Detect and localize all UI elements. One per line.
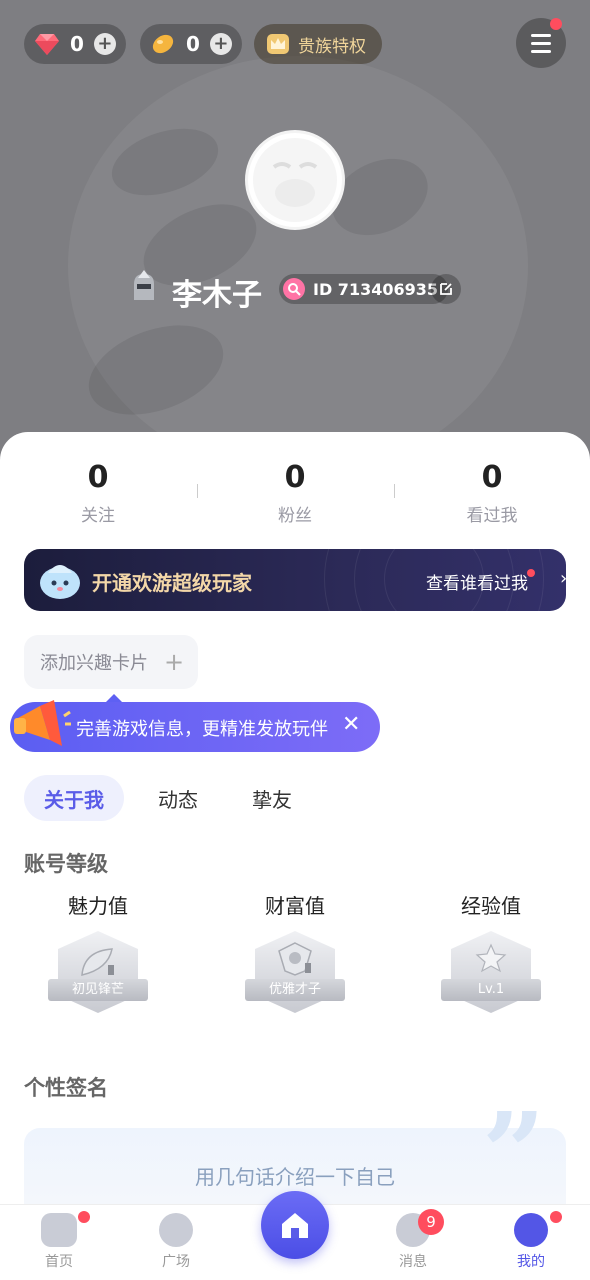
signature-placeholder: 用几句话介绍一下自己 xyxy=(195,1165,395,1189)
nav-label: 我的 xyxy=(517,1254,545,1270)
username: 李木子 xyxy=(172,278,262,313)
star-icon xyxy=(475,943,507,973)
tab-moments[interactable]: 动态 xyxy=(138,775,218,821)
level-experience[interactable]: 经验值 Lv.1 xyxy=(426,890,556,1027)
crown-icon xyxy=(267,34,289,54)
signature-title: 个性签名 xyxy=(24,1076,108,1100)
megaphone-icon xyxy=(14,700,71,746)
menu-icon-bar xyxy=(531,49,551,53)
messages-unread-badge: 9 xyxy=(418,1209,444,1235)
planet-icon xyxy=(159,1213,193,1247)
see-visitors-link[interactable]: 查看谁看过我 xyxy=(426,569,528,594)
house-icon xyxy=(282,1213,308,1238)
level-wealth[interactable]: 财富值 优雅才子 xyxy=(230,890,360,1027)
nav-me[interactable]: 我的 xyxy=(486,1213,576,1271)
diamond-count: 0 xyxy=(70,32,84,56)
me-face-icon xyxy=(514,1213,548,1247)
stat-divider xyxy=(197,484,198,498)
account-level-title: 账号等级 xyxy=(24,852,108,876)
badge-ribbon: 优雅才子 xyxy=(245,979,345,1001)
avatar-face-icon xyxy=(253,138,337,222)
profile-header: 0 + 0 + 贵族特权 李木子 ID 713406935 xyxy=(0,0,590,460)
user-id-badge[interactable]: ID 713406935 xyxy=(279,274,448,304)
gamepad-icon xyxy=(41,1213,77,1247)
badge-ribbon: 初见锋芒 xyxy=(48,979,148,1001)
quote-icon: ” xyxy=(482,1088,546,1217)
profile-tabs: 关于我 动态 挚友 xyxy=(24,775,326,821)
add-bean-button[interactable]: + xyxy=(209,33,232,55)
menu-icon-bar xyxy=(531,41,551,45)
stat-fans[interactable]: 0 粉丝 xyxy=(215,460,375,526)
stat-following[interactable]: 0 关注 xyxy=(18,460,178,526)
level-label: 经验值 xyxy=(461,894,521,918)
level-label: 财富值 xyxy=(265,894,325,918)
stat-label: 看过我 xyxy=(466,506,518,526)
stat-value: 0 xyxy=(87,460,109,495)
plus-icon: + xyxy=(164,648,185,676)
nav-label: 首页 xyxy=(45,1254,73,1270)
close-icon[interactable]: ✕ xyxy=(342,712,360,737)
tab-close-friends[interactable]: 挚友 xyxy=(232,775,312,821)
edit-icon xyxy=(440,283,452,295)
stat-value: 0 xyxy=(284,460,306,495)
edit-profile-button[interactable] xyxy=(431,274,461,304)
menu-icon xyxy=(531,33,551,37)
stat-label: 粉丝 xyxy=(278,506,312,526)
level-charm[interactable]: 魅力值 初见锋芒 xyxy=(33,890,163,1027)
menu-notification-dot xyxy=(550,18,562,30)
noble-privilege-button[interactable]: 贵族特权 xyxy=(254,24,382,64)
stat-divider xyxy=(394,484,395,498)
avatar[interactable] xyxy=(245,130,345,230)
bean-balance[interactable]: 0 + xyxy=(140,24,242,64)
wealth-badge: 优雅才子 xyxy=(245,931,345,1027)
tab-about-me[interactable]: 关于我 xyxy=(24,775,124,821)
stat-value: 0 xyxy=(481,460,503,495)
stat-label: 关注 xyxy=(81,506,115,526)
profile-content-card: 0 关注 0 粉丝 0 看过我 开通欢游超级玩家 查看谁看过我 › 添加兴趣卡片… xyxy=(0,432,590,1280)
tooltip-text: 完善游戏信息，更精准发放玩伴 xyxy=(76,719,328,740)
super-player-banner[interactable]: 开通欢游超级玩家 查看谁看过我 › xyxy=(24,549,566,611)
home-notification-dot xyxy=(78,1211,90,1223)
bean-icon xyxy=(152,34,174,54)
nav-messages[interactable]: 消息 xyxy=(368,1213,458,1271)
stat-visitors[interactable]: 0 看过我 xyxy=(412,460,572,526)
mascot-icon xyxy=(40,565,80,599)
bottom-nav: 首页 广场 消息 9 我的 xyxy=(0,1191,590,1280)
feather-icon xyxy=(81,948,114,976)
me-notification-dot xyxy=(550,1211,562,1223)
diamond-icon xyxy=(35,34,59,55)
super-player-title: 开通欢游超级玩家 xyxy=(92,571,252,595)
add-interest-card-label: 添加兴趣卡片 xyxy=(40,653,148,674)
charm-badge: 初见锋芒 xyxy=(48,931,148,1027)
experience-badge: Lv.1 xyxy=(441,931,541,1027)
user-id: ID 713406935 xyxy=(313,279,438,299)
add-interest-card-button[interactable]: 添加兴趣卡片 + xyxy=(24,635,198,689)
level-label: 魅力值 xyxy=(68,894,128,918)
visitors-notification-dot xyxy=(527,569,535,577)
shield-icon xyxy=(278,942,312,976)
tooltip-arrow xyxy=(106,694,122,702)
bean-count: 0 xyxy=(186,32,200,56)
id-pin-icon xyxy=(283,278,305,300)
noble-privilege-label: 贵族特权 xyxy=(298,36,366,57)
chevron-right-icon: › xyxy=(560,568,566,589)
user-info-row: 李木子 ID 713406935 xyxy=(0,266,590,313)
nav-label: 广场 xyxy=(162,1254,190,1270)
nav-square[interactable]: 广场 xyxy=(131,1213,221,1271)
badge-ribbon: Lv.1 xyxy=(441,979,541,1001)
game-info-tooltip[interactable]: 完善游戏信息，更精准发放玩伴 ✕ xyxy=(10,694,380,752)
diamond-balance[interactable]: 0 + xyxy=(24,24,126,64)
center-home-button[interactable] xyxy=(261,1191,329,1259)
nav-home[interactable]: 首页 xyxy=(14,1213,104,1271)
nav-label: 消息 xyxy=(399,1254,427,1270)
knight-helmet-icon xyxy=(134,270,154,300)
add-diamond-button[interactable]: + xyxy=(93,33,116,55)
